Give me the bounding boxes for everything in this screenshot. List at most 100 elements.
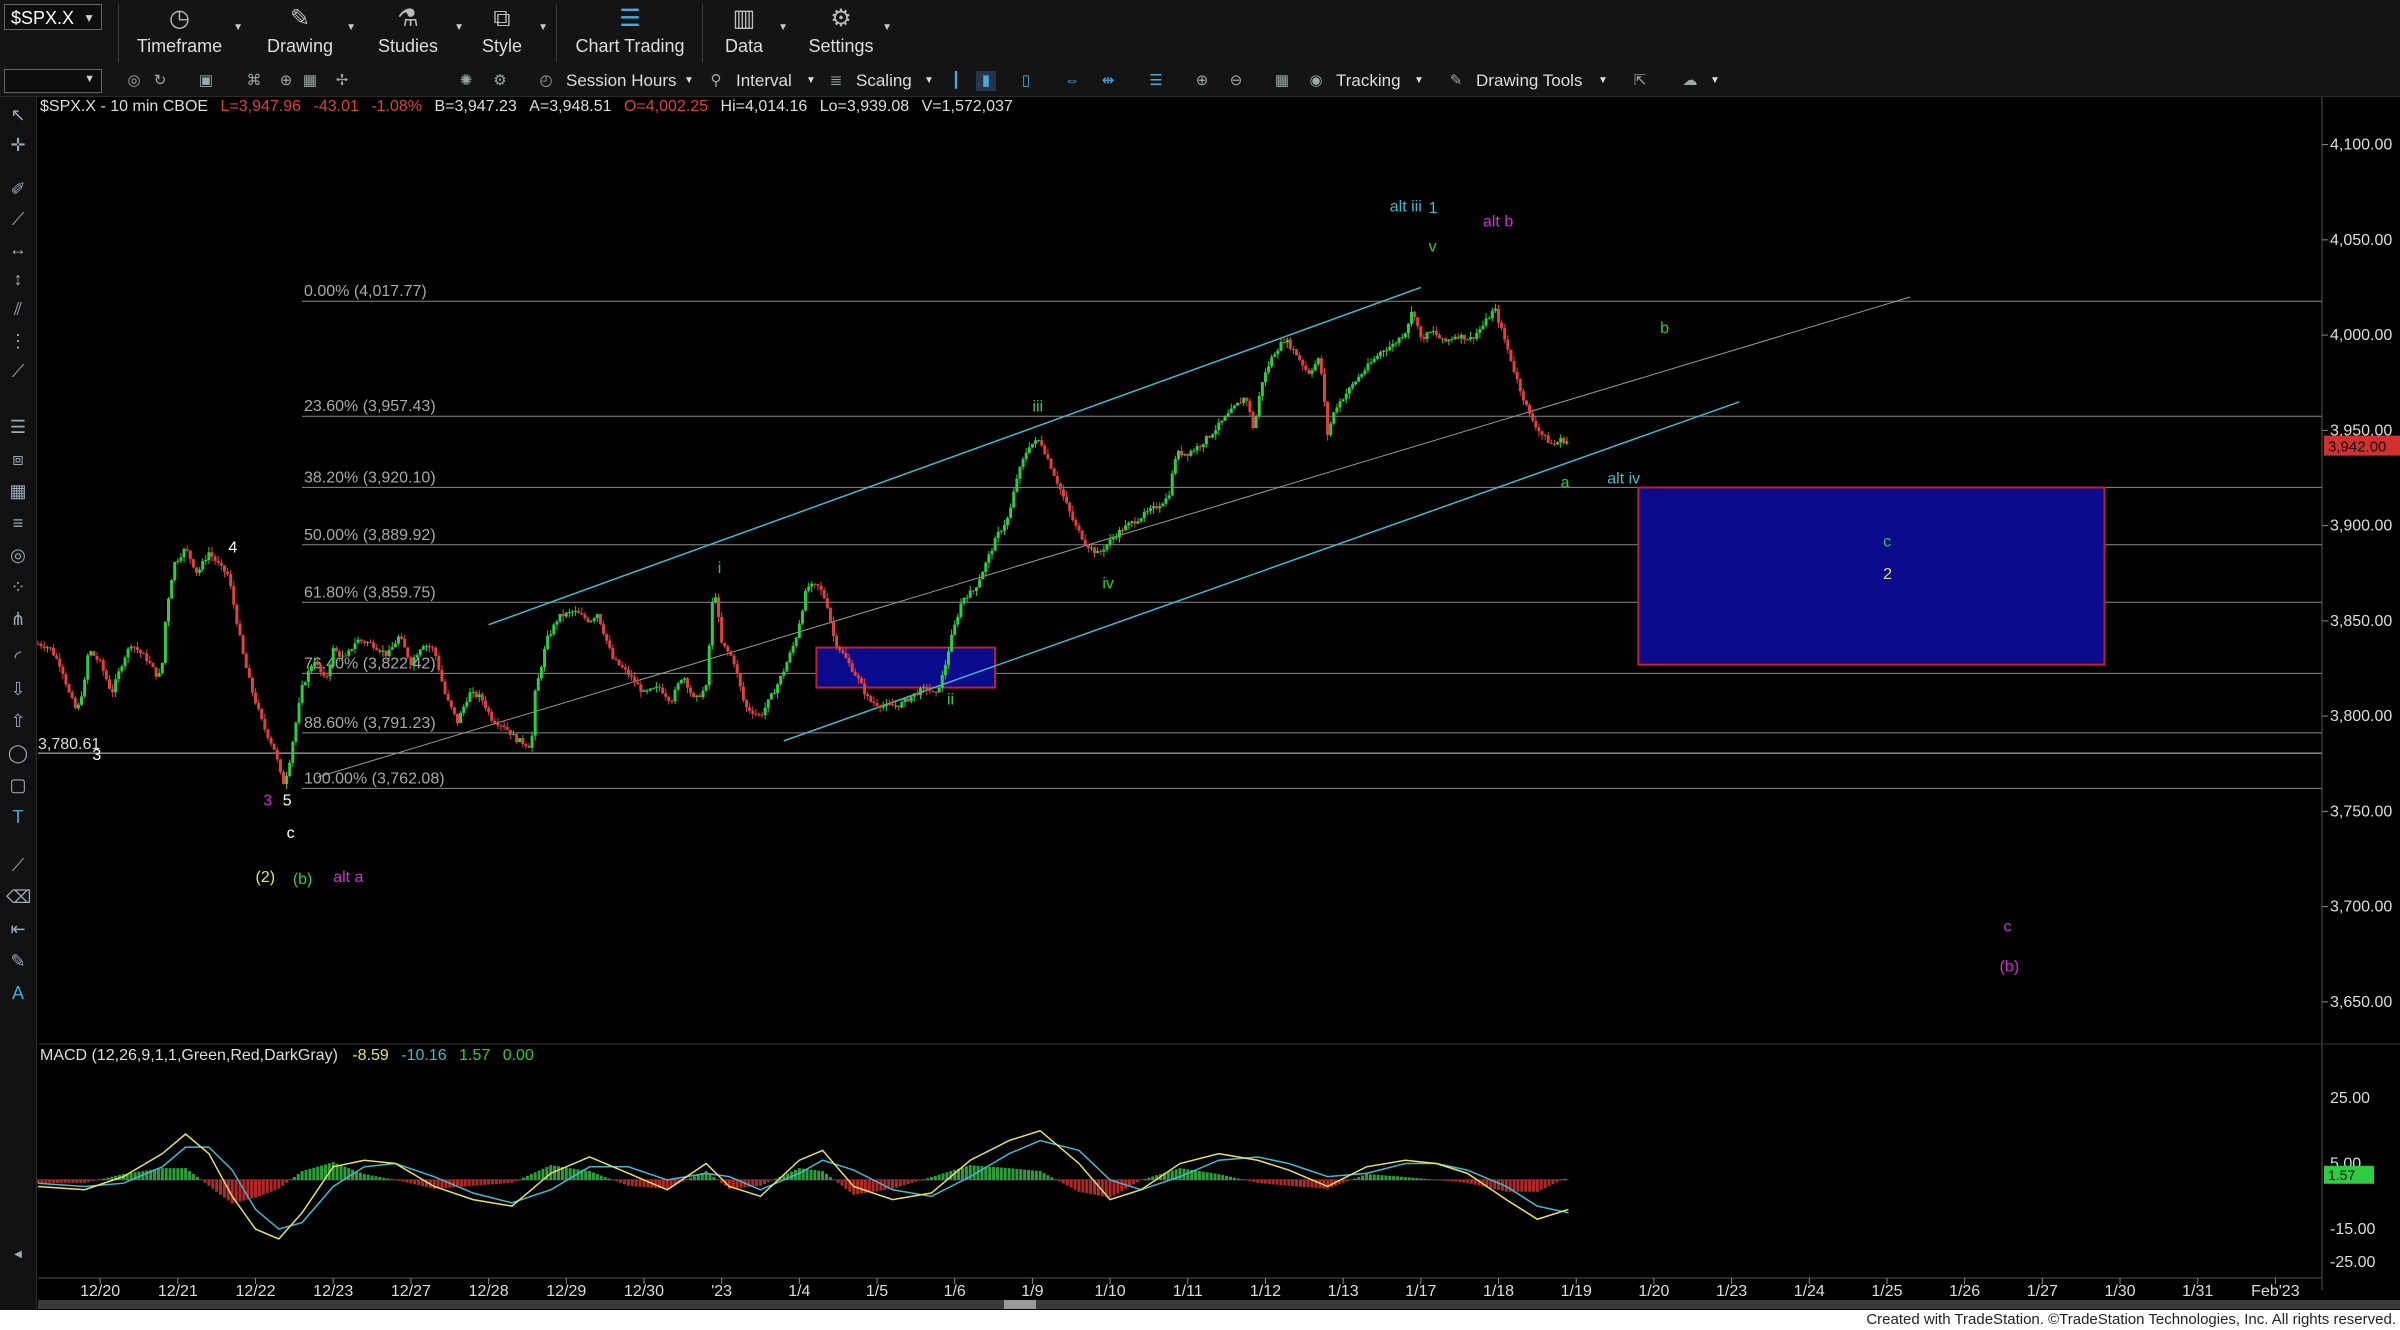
ruler-icon[interactable]: ⟋: [6, 359, 30, 383]
time-tick-label: 12/21: [158, 1283, 198, 1300]
chevron-down-icon[interactable]: ▼: [1710, 70, 1720, 92]
cloud-icon[interactable]: ☁: [1680, 71, 1700, 91]
eraser-icon[interactable]: ⌫: [6, 885, 31, 909]
price-bar-body: [1223, 416, 1227, 421]
export-icon[interactable]: ⇱: [1630, 71, 1650, 91]
line-segment-icon[interactable]: ⟋: [6, 853, 30, 877]
drawing-tools-button[interactable]: Drawing Tools: [1476, 70, 1582, 92]
price-bar-body: [645, 690, 649, 692]
chevron-down-icon[interactable]: ▼: [806, 70, 816, 92]
timeframe-button[interactable]: ◷ Timeframe ▼: [132, 2, 243, 64]
fib-retracement-icon[interactable]: ⧈: [6, 447, 30, 471]
grid-icon[interactable]: ▦: [300, 71, 320, 91]
price-bar-body: [462, 706, 466, 713]
session-hours-button[interactable]: Session Hours: [566, 70, 677, 92]
price-bar-body: [1239, 402, 1243, 404]
price-bar-body: [232, 586, 236, 605]
price-bar-body: [685, 678, 689, 688]
auto-text-icon[interactable]: A: [6, 981, 30, 1005]
scaling-button[interactable]: Scaling: [856, 70, 912, 92]
studies-button[interactable]: ⚗ Studies ▼: [368, 2, 464, 64]
chevron-down-icon[interactable]: ▼: [684, 70, 694, 92]
compress-icon[interactable]: ⇹: [1098, 71, 1118, 91]
fib-icon[interactable]: ⋮: [6, 329, 30, 353]
time-tick-label: 12/28: [469, 1283, 509, 1300]
price-bar-body: [1366, 363, 1370, 371]
horizontal-line-icon[interactable]: ↔: [6, 237, 30, 261]
price-bar-body: [1189, 451, 1193, 456]
zoom-circle-icon[interactable]: ◎: [124, 71, 144, 91]
arc-icon[interactable]: ◜: [6, 645, 30, 669]
settings-small-icon[interactable]: ✺: [456, 71, 476, 91]
link-icon[interactable]: ⌘: [244, 71, 264, 91]
channel-icon[interactable]: ⫽: [6, 297, 30, 321]
main-toolbar: $SPX.X ▼ ◷ Timeframe ▼ ✎ Drawing ▼ ⚗ Stu…: [0, 0, 2400, 67]
macd-tick-label: 25.00: [2330, 1090, 2370, 1107]
price-bar-body: [42, 646, 46, 649]
price-bar-body: [325, 676, 329, 678]
text-icon[interactable]: T: [6, 805, 30, 829]
arrow-down-icon[interactable]: ⇩: [6, 677, 30, 701]
chevron-down-icon[interactable]: ▼: [924, 70, 934, 92]
interval-button[interactable]: Interval: [736, 70, 792, 92]
measure-icon[interactable]: ⇤: [6, 917, 30, 941]
pitchfork-icon[interactable]: ⋔: [6, 607, 30, 631]
pen-icon: ✎: [289, 5, 311, 32]
trendline-icon[interactable]: ⟋: [6, 207, 30, 231]
layout-icon[interactable]: ☰: [1146, 71, 1166, 91]
rectangle-icon[interactable]: ▢: [6, 773, 30, 797]
grid-icon[interactable]: ▦: [6, 479, 30, 503]
bar-style-icon[interactable]: ┃: [946, 71, 966, 91]
candle-style-icon[interactable]: ▮: [976, 71, 996, 91]
price-bar-body: [1164, 498, 1168, 504]
price-bar-body: [434, 647, 438, 656]
vertical-line-icon[interactable]: ↕: [6, 267, 30, 291]
settings-button[interactable]: ⚙ Settings ▼: [806, 2, 892, 64]
columns-icon[interactable]: ▯: [1016, 71, 1036, 91]
pointer-icon[interactable]: ↖: [6, 103, 30, 127]
chevron-down-icon[interactable]: ▼: [1598, 70, 1608, 92]
price-chart[interactable]: 0.00% (4,017.77) 23.60% (3,957.43) 38.20% …: [0, 0, 2400, 1330]
price-bar-body: [372, 642, 376, 648]
price-bar-body: [167, 598, 171, 622]
price-bar-body: [1375, 356, 1379, 359]
price-bar-body: [1176, 450, 1180, 459]
bars-icon[interactable]: ☰: [6, 415, 30, 439]
zoom-in-icon[interactable]: ⊕: [1192, 71, 1212, 91]
data-button[interactable]: ▥ Data ▼: [716, 2, 788, 64]
crosshair-icon[interactable]: ✛: [6, 133, 30, 157]
wave-label: c: [287, 825, 295, 842]
window-icon[interactable]: ▣: [196, 71, 216, 91]
wave-label: 2: [1883, 566, 1892, 583]
expand-icon[interactable]: ⇔: [1062, 71, 1082, 91]
zoom-out-icon[interactable]: ⊖: [1226, 71, 1246, 91]
dots-icon[interactable]: ⁘: [6, 575, 30, 599]
collapse-icon[interactable]: ◀: [6, 1243, 30, 1267]
symbol-input[interactable]: $SPX.X ▼: [4, 4, 102, 30]
magnet-icon[interactable]: ⊕: [276, 71, 296, 91]
chevron-down-icon[interactable]: ▼: [1414, 70, 1424, 92]
ellipse-icon[interactable]: ◯: [6, 741, 30, 765]
price-bar-body: [912, 693, 916, 697]
time-tick-label: 1/19: [1561, 1283, 1592, 1300]
macd-last-label: 1.57: [2328, 1167, 2355, 1183]
price-bar-body: [1521, 391, 1525, 401]
price-bar-body: [431, 647, 435, 649]
interval-selector[interactable]: ▼: [4, 69, 102, 93]
cog-icon[interactable]: ⚙: [490, 71, 510, 91]
arrow-up-icon[interactable]: ⇧: [6, 709, 30, 733]
brush-icon[interactable]: ✐: [6, 177, 30, 201]
price-bar-body: [869, 695, 873, 702]
drawing-button[interactable]: ✎ Drawing ▼: [260, 2, 356, 64]
price-bar-body: [440, 669, 444, 682]
edit-icon[interactable]: ✎: [6, 949, 30, 973]
grid-toggle-icon[interactable]: ▦: [1272, 71, 1292, 91]
style-button[interactable]: ⧉ Style ▼: [472, 2, 548, 64]
symbol-dropdown-icon[interactable]: ▼: [83, 5, 95, 31]
crosshair-icon[interactable]: ✢: [332, 71, 352, 91]
tracking-button[interactable]: Tracking: [1336, 70, 1401, 92]
lines-icon[interactable]: ≡: [6, 511, 30, 535]
refresh-icon[interactable]: ↻: [150, 71, 170, 91]
circle-target-icon[interactable]: ◎: [6, 543, 30, 567]
chart-trading-button[interactable]: ☰ Chart Trading: [570, 2, 690, 64]
